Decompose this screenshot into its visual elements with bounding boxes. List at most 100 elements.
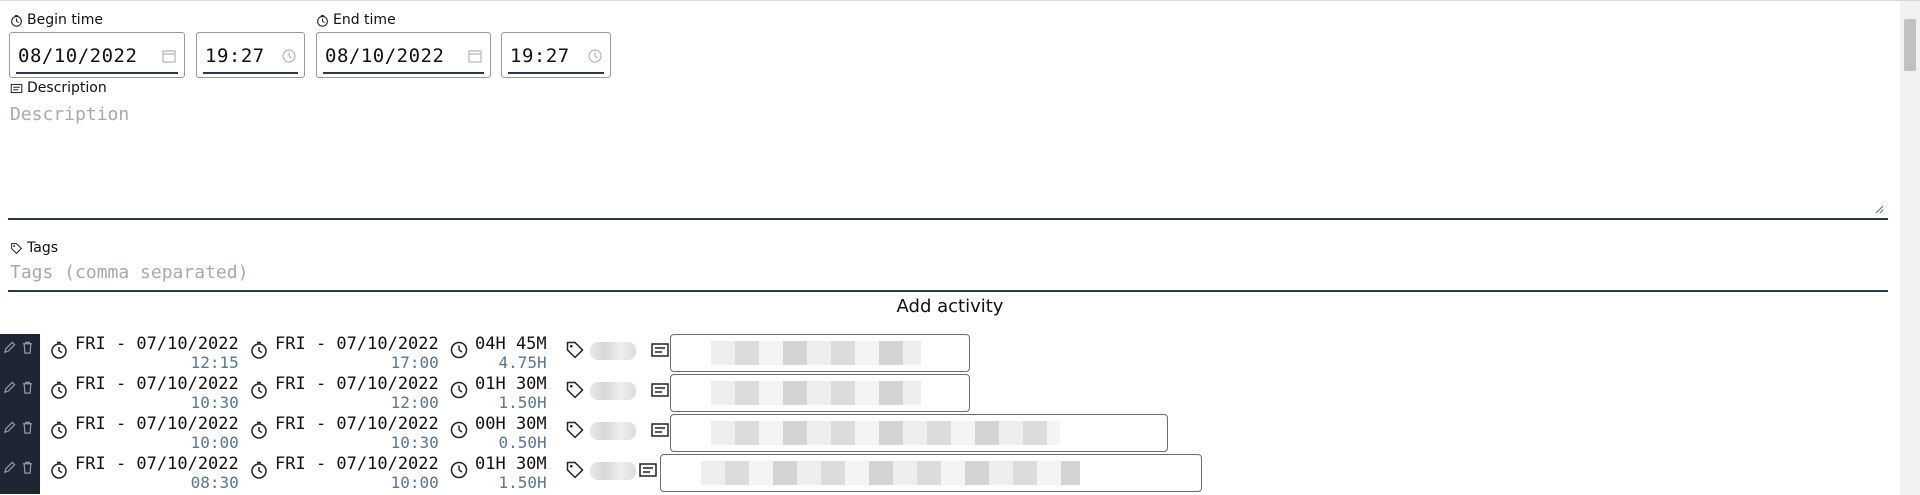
tags-label-text: Tags — [27, 240, 58, 256]
edit-icon[interactable] — [0, 338, 18, 356]
start-cell: FRI - 07/10/2022 10:30 — [75, 374, 239, 412]
end-time-input[interactable]: 19:27 — [501, 32, 611, 78]
clock-icon — [317, 14, 328, 27]
clock-picker-icon[interactable] — [586, 47, 604, 65]
end-time: 17:00 — [390, 353, 439, 372]
begin-time-value: 19:27 — [205, 45, 265, 67]
end-time-text: End time — [333, 12, 396, 28]
row-actions — [0, 454, 40, 494]
duration-hours: 1.50H — [498, 473, 547, 492]
tag-icon — [565, 460, 585, 480]
clock-icon — [49, 340, 69, 360]
edit-icon[interactable] — [0, 458, 18, 476]
description-note[interactable] — [670, 414, 1168, 452]
end-cell: FRI - 07/10/2022 10:30 — [275, 414, 439, 452]
duration-cell: 00H 30M 0.50H — [475, 414, 547, 452]
duration-hours: 1.50H — [498, 393, 547, 412]
duration: 01H 30M — [475, 374, 547, 394]
duration-cell: 04H 45M 4.75H — [475, 334, 547, 372]
clock-icon — [249, 340, 269, 360]
clock-icon — [49, 420, 69, 440]
edit-icon[interactable] — [0, 418, 18, 436]
hourglass-icon — [449, 420, 469, 440]
duration: 04H 45M — [475, 334, 547, 354]
edit-icon[interactable] — [0, 378, 18, 396]
description-placeholder: Description — [10, 104, 130, 125]
tag-icon — [565, 380, 585, 400]
tags-input[interactable]: Tags (comma separated) — [8, 262, 1888, 292]
start-day: FRI - 07/10/2022 — [75, 334, 239, 354]
activity-row: FRI - 07/10/2022 08:30 FRI - 07/10/2022 … — [0, 454, 1202, 494]
begin-time-label: Begin time — [10, 12, 103, 28]
calendar-icon[interactable] — [466, 47, 484, 65]
description-label: Description — [10, 80, 107, 96]
description-note[interactable] — [670, 374, 970, 412]
description-input[interactable]: Description — [8, 102, 1888, 220]
redacted-description — [711, 341, 921, 365]
start-cell: FRI - 07/10/2022 10:00 — [75, 414, 239, 452]
clock-picker-icon[interactable] — [280, 47, 298, 65]
clock-icon — [249, 420, 269, 440]
redacted-tags — [590, 342, 636, 360]
trash-icon[interactable] — [18, 418, 36, 436]
end-date-value: 08/10/2022 — [325, 45, 445, 67]
start-cell: FRI - 07/10/2022 08:30 — [75, 454, 239, 492]
redacted-tags — [590, 382, 636, 400]
end-cell: FRI - 07/10/2022 17:00 — [275, 334, 439, 372]
end-cell: FRI - 07/10/2022 10:00 — [275, 454, 439, 492]
start-day: FRI - 07/10/2022 — [75, 414, 239, 434]
end-time: 10:30 — [390, 433, 439, 452]
duration-hours: 0.50H — [498, 433, 547, 452]
start-time: 12:15 — [190, 353, 239, 372]
start-time: 10:00 — [190, 433, 239, 452]
redacted-tags — [590, 422, 636, 440]
description-icon — [10, 83, 23, 93]
row-actions — [0, 334, 40, 374]
scrollbar[interactable] — [1900, 1, 1920, 495]
redacted-description — [711, 421, 1060, 445]
start-day: FRI - 07/10/2022 — [75, 374, 239, 394]
description-label-text: Description — [27, 80, 107, 96]
clock-icon — [249, 380, 269, 400]
description-icon — [650, 420, 670, 440]
begin-date-input[interactable]: 08/10/2022 — [9, 32, 185, 78]
description-icon — [638, 460, 658, 480]
end-time: 10:00 — [390, 473, 439, 492]
end-time-value: 19:27 — [510, 45, 570, 67]
activity-page: Begin time End time 08/10/2022 19:27 08/… — [0, 0, 1920, 495]
start-day: FRI - 07/10/2022 — [75, 454, 239, 474]
trash-icon[interactable] — [18, 338, 36, 356]
add-activity-button[interactable]: Add activity — [0, 296, 1900, 317]
start-time: 08:30 — [190, 473, 239, 492]
clock-icon — [11, 14, 22, 27]
description-note[interactable] — [670, 334, 970, 372]
tags-placeholder: Tags (comma separated) — [10, 262, 249, 283]
redacted-description — [711, 381, 921, 405]
begin-time-text: Begin time — [27, 12, 103, 28]
resize-grip-icon[interactable] — [1874, 204, 1884, 214]
start-time: 10:30 — [190, 393, 239, 412]
begin-date-value: 08/10/2022 — [18, 45, 138, 67]
row-actions — [0, 374, 40, 414]
end-date-input[interactable]: 08/10/2022 — [316, 32, 491, 78]
end-day: FRI - 07/10/2022 — [275, 374, 439, 394]
clock-icon — [49, 460, 69, 480]
description-note[interactable] — [660, 454, 1202, 492]
hourglass-icon — [449, 460, 469, 480]
tags-label: Tags — [10, 240, 58, 256]
scroll-thumb[interactable] — [1904, 19, 1916, 71]
description-icon — [650, 380, 670, 400]
end-cell: FRI - 07/10/2022 12:00 — [275, 374, 439, 412]
trash-icon[interactable] — [18, 378, 36, 396]
trash-icon[interactable] — [18, 458, 36, 476]
redacted-description — [701, 461, 1080, 485]
calendar-icon[interactable] — [160, 47, 178, 65]
tag-icon — [565, 340, 585, 360]
end-time-label: End time — [316, 12, 396, 28]
duration-cell: 01H 30M 1.50H — [475, 374, 547, 412]
duration: 01H 30M — [475, 454, 547, 474]
tag-icon — [11, 242, 23, 254]
hourglass-icon — [449, 340, 469, 360]
begin-time-input[interactable]: 19:27 — [196, 32, 305, 78]
activity-row: FRI - 07/10/2022 12:15 FRI - 07/10/2022 … — [0, 334, 1200, 374]
